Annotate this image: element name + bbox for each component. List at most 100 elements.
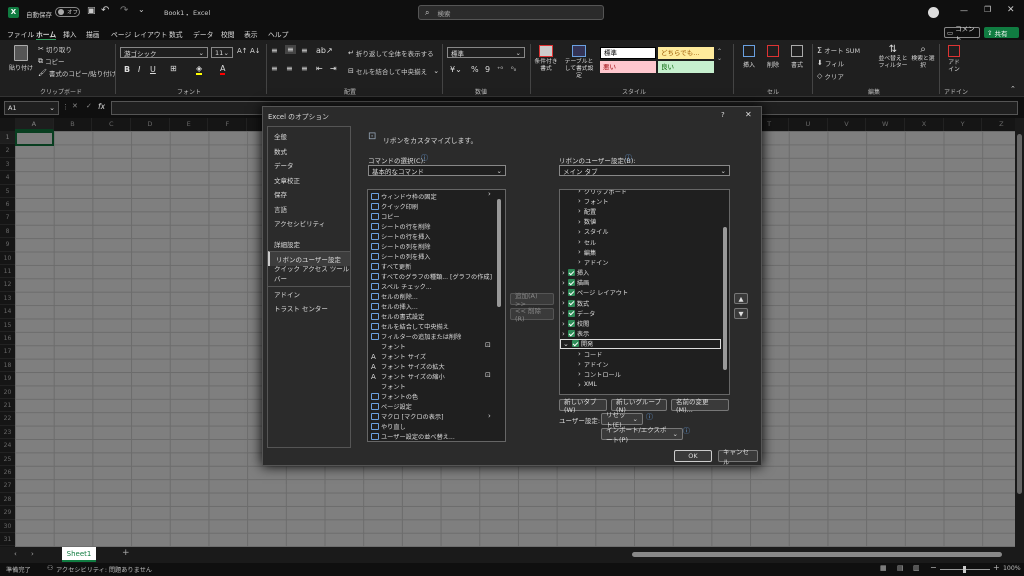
- horizontal-scrollbar[interactable]: [610, 551, 1010, 559]
- clear-button[interactable]: ◇ クリア: [817, 71, 844, 81]
- bold-icon[interactable]: B: [124, 65, 130, 74]
- options-nav-item[interactable]: 言語: [268, 202, 350, 217]
- chevron-right-icon[interactable]: ›: [578, 360, 581, 368]
- copy-button[interactable]: ⧉ コピー: [38, 56, 65, 67]
- ribbon-tree-item[interactable]: › 編集: [560, 247, 729, 257]
- save-icon[interactable]: ▣: [87, 6, 96, 16]
- wrap-text-button[interactable]: ↵ 折り返して全体を表示する: [348, 48, 434, 58]
- command-item[interactable]: A フォント サイズの拡大: [368, 361, 505, 371]
- style-normal[interactable]: 標準: [600, 47, 656, 59]
- tree-scrollbar[interactable]: [723, 227, 727, 370]
- checkbox[interactable]: [567, 289, 575, 297]
- checkbox[interactable]: [571, 340, 579, 348]
- sort-filter-button[interactable]: ⇅ 並べ替えとフィルター: [876, 44, 910, 70]
- ribbon-tree-item[interactable]: › 校閲: [560, 318, 729, 329]
- merge-center-button[interactable]: ⊟ セルを結合して中央揃え ⌄: [348, 66, 439, 76]
- indent-increase-icon[interactable]: ⇥: [330, 64, 337, 73]
- cancel-button[interactable]: キャンセル: [718, 448, 758, 466]
- ok-button[interactable]: OK: [674, 450, 712, 462]
- table-format-button[interactable]: テーブルとして書式設定: [562, 45, 596, 80]
- chevron-right-icon[interactable]: ›: [562, 269, 565, 277]
- delete-cells-button[interactable]: 削除: [762, 45, 784, 69]
- orientation-icon[interactable]: ab↗: [316, 46, 333, 55]
- command-item[interactable]: セルの削除...: [368, 291, 505, 301]
- font-color-icon[interactable]: A: [220, 64, 226, 75]
- decrease-decimal-icon[interactable]: ⁰₀: [511, 65, 516, 73]
- align-right-icon[interactable]: ≡: [301, 64, 308, 73]
- command-item[interactable]: セルを結合して中央揃え: [368, 321, 505, 331]
- currency-icon[interactable]: ¥⌄: [450, 65, 462, 74]
- ribbon-tree-item[interactable]: › アドイン: [560, 257, 729, 267]
- chevron-right-icon[interactable]: ›: [578, 218, 581, 226]
- command-item[interactable]: 印刷プレビューと印刷: [368, 441, 505, 442]
- command-item[interactable]: A フォント サイズ: [368, 351, 505, 361]
- border-icon[interactable]: ⊞: [170, 64, 177, 73]
- command-item[interactable]: シートの列を挿入: [368, 251, 505, 261]
- comment-button[interactable]: ▭ コメント: [944, 25, 980, 43]
- tab-view[interactable]: 表示: [244, 29, 258, 39]
- ribbon-tree-item[interactable]: › データ: [560, 308, 729, 318]
- ribbon-tree-item[interactable]: › セル: [560, 237, 729, 247]
- cut-button[interactable]: ✂ 切り取り: [38, 44, 72, 54]
- help-icon[interactable]: ?: [721, 111, 725, 119]
- chevron-right-icon[interactable]: ›: [578, 228, 581, 236]
- next-sheet-icon[interactable]: ›: [31, 550, 34, 558]
- addins-button[interactable]: アドイン: [943, 45, 965, 74]
- zoom-level[interactable]: 100%: [1003, 565, 1021, 572]
- choose-commands-select[interactable]: 基本的なコマンド ⌄: [368, 165, 506, 176]
- format-painter-button[interactable]: 🖌 書式のコピー/貼り付け: [38, 68, 116, 78]
- fill-button[interactable]: ⬇ フィル: [817, 58, 844, 68]
- checkbox[interactable]: [567, 269, 575, 277]
- new-tab-button[interactable]: 新しいタブ(W): [559, 398, 607, 414]
- ribbon-tree-item[interactable]: › ページ レイアウト: [560, 288, 729, 298]
- import-export-button[interactable]: インポート/エクスポート(P) ⌄: [601, 426, 683, 444]
- command-item[interactable]: フォントの色: [368, 391, 505, 401]
- commands-scrollbar[interactable]: [497, 199, 501, 307]
- qat-more-icon[interactable]: ⌄: [138, 5, 145, 14]
- paste-button[interactable]: 貼り付け: [8, 45, 34, 72]
- command-item[interactable]: シートの列を削除: [368, 241, 505, 251]
- command-item[interactable]: フィルターの追加または削除: [368, 331, 505, 341]
- ribbon-tree-item[interactable]: › スタイル: [560, 227, 729, 237]
- number-format-select[interactable]: 標準 ⌄: [447, 47, 525, 58]
- sheet-tab[interactable]: Sheet1: [62, 547, 96, 562]
- command-item[interactable]: ページ設定: [368, 401, 505, 411]
- find-select-button[interactable]: ⌕ 検索と選択: [910, 44, 936, 70]
- checkbox[interactable]: [567, 299, 575, 307]
- checkbox[interactable]: [567, 279, 575, 287]
- ribbon-tree-item[interactable]: › アドイン: [560, 359, 729, 369]
- chevron-right-icon[interactable]: ›: [562, 309, 565, 317]
- add-button[interactable]: 追加(A) >>: [510, 292, 554, 308]
- chevron-right-icon[interactable]: ›: [562, 289, 565, 297]
- page-layout-view-icon[interactable]: ▤: [897, 564, 904, 572]
- search-box[interactable]: ⌕ 検索: [418, 5, 604, 20]
- checkbox[interactable]: [567, 320, 575, 328]
- add-sheet-icon[interactable]: +: [122, 548, 130, 558]
- insert-cells-button[interactable]: 挿入: [738, 45, 760, 69]
- minimize-icon[interactable]: —: [960, 6, 968, 15]
- command-item[interactable]: マクロ [マクロの表示]: [368, 411, 505, 421]
- redo-icon[interactable]: ↷: [120, 5, 128, 16]
- style-bad[interactable]: 悪い: [600, 61, 656, 73]
- confirm-entry-icon[interactable]: ✓: [86, 102, 92, 110]
- options-nav-item[interactable]: データ: [268, 158, 350, 173]
- percent-icon[interactable]: %: [471, 65, 479, 74]
- align-middle-icon[interactable]: ≡: [285, 45, 296, 54]
- comma-icon[interactable]: 9: [485, 65, 490, 74]
- prev-sheet-icon[interactable]: ‹: [14, 550, 17, 558]
- chevron-right-icon[interactable]: ›: [562, 320, 565, 328]
- styles-scroll-icon[interactable]: ⌃ ⌄: [717, 48, 722, 62]
- increase-decimal-icon[interactable]: ⁺⁰: [497, 65, 503, 73]
- align-left-icon[interactable]: ≡: [271, 64, 278, 73]
- tab-review[interactable]: 校閲: [221, 29, 235, 39]
- ribbon-tree-item[interactable]: › 配置: [560, 206, 729, 216]
- chevron-down-icon[interactable]: ⌄: [563, 340, 569, 348]
- chevron-right-icon[interactable]: ›: [562, 279, 565, 287]
- tab-data[interactable]: データ: [193, 29, 213, 39]
- commands-list[interactable]: ウィンドウ枠の固定 クイック印刷 コピー シートの行を削除 シートの行を挿入 シートの列を…: [367, 189, 506, 442]
- style-neutral[interactable]: どちらでも...: [658, 47, 714, 59]
- underline-icon[interactable]: U: [150, 65, 156, 74]
- chevron-right-icon[interactable]: ›: [578, 258, 581, 266]
- accessibility-status[interactable]: アクセシビリティ: 問題ありません: [56, 565, 152, 574]
- ribbon-tree-item[interactable]: › 描画: [560, 278, 729, 288]
